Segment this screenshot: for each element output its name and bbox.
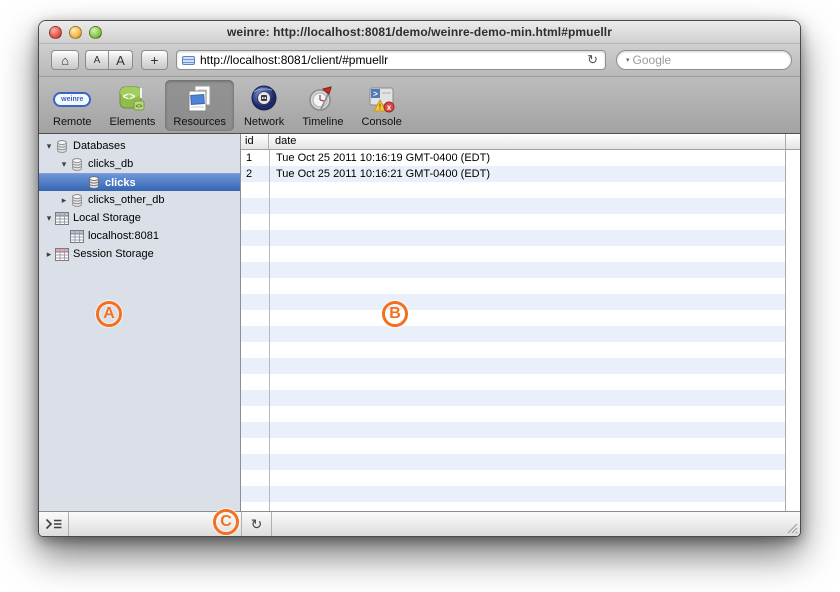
storage-grid-icon [70,230,84,243]
cell-id: 2 [241,166,269,182]
browser-toolbar: ⌂ A A + ↻ [39,44,800,77]
font-smaller-button[interactable]: A [85,50,109,70]
sidebar-item-clicks[interactable]: clicks [39,173,240,191]
home-icon: ⌂ [61,53,69,68]
plus-icon: + [150,52,158,68]
search-options-caret-icon[interactable]: ▾ [626,56,630,64]
home-button[interactable]: ⌂ [51,50,79,70]
tab-timeline[interactable]: Timeline [294,80,351,131]
tab-resources-label: Resources [173,116,226,128]
tab-resources[interactable]: Resources [165,80,234,131]
window-controls [49,26,102,39]
resize-grip-icon[interactable] [785,521,798,534]
cell-date: Tue Oct 25 2011 10:16:19 GMT-0400 (EDT) [269,150,785,166]
svg-text:!: ! [378,103,381,112]
new-tab-button[interactable]: + [141,50,168,70]
annotation-c: C [213,509,239,535]
tab-network[interactable]: Network [236,80,292,131]
disclosure-collapsed-icon[interactable]: ▸ [58,195,70,206]
sidebar-item-localhost-8081[interactable]: localhost:8081 [39,227,240,245]
elements-icon: <> <> [117,83,147,115]
font-smaller-label: A [94,55,101,66]
desktop: weinre: http://localhost:8081/demo/weinr… [0,0,840,592]
refresh-storage-button[interactable]: ↻ [242,512,272,536]
status-bar: ↻ [39,511,800,536]
database-table-icon [87,175,101,190]
zoom-button[interactable] [89,26,102,39]
disclosure-collapsed-icon[interactable]: ▸ [43,249,55,260]
inspector-toolbar: weinre Remote <> <> Elements [39,77,800,134]
timeline-icon [308,83,338,115]
column-divider[interactable] [269,150,270,511]
annotation-b: B [382,301,408,327]
tab-elements[interactable]: <> <> Elements [102,80,164,131]
database-icon [55,139,69,154]
reload-icon[interactable]: ↻ [585,52,600,68]
console-prompt-icon [45,518,63,530]
grid-header: id date [241,134,800,150]
close-button[interactable] [49,26,62,39]
vertical-scrollbar-track[interactable] [785,150,800,511]
search-input[interactable] [633,53,788,67]
sidebar-item-label: clicks_db [88,158,133,170]
search-field[interactable]: ▾ [616,50,792,70]
console-icon: > ! x [367,83,397,115]
column-header-date[interactable]: date [269,134,785,149]
address-bar[interactable]: ↻ [176,50,606,70]
sidebar-item-label: Local Storage [73,212,141,224]
refresh-icon: ↻ [251,516,263,533]
tab-timeline-label: Timeline [302,116,343,128]
svg-text:<>: <> [136,104,144,110]
tab-network-label: Network [244,116,284,128]
disclosure-expanded-icon[interactable]: ▾ [58,159,70,170]
page-favicon-icon [182,56,195,65]
sidebar-item-databases[interactable]: ▾ Databases [39,137,240,155]
weinre-badge-icon: weinre [53,83,91,115]
database-icon [70,157,84,172]
scrollbar-corner [785,134,800,149]
resources-sidebar: ▾ Databases ▾ clicks_db [39,134,241,511]
sidebar-item-local-storage[interactable]: ▾ Local Storage [39,209,240,227]
disclosure-expanded-icon[interactable]: ▾ [43,141,55,152]
sidebar-item-clicks-db[interactable]: ▾ clicks_db [39,155,240,173]
cell-id: 1 [241,150,269,166]
svg-text:>: > [373,90,378,99]
tab-console[interactable]: > ! x Console [353,80,409,131]
grid-rows-area: 1 Tue Oct 25 2011 10:16:19 GMT-0400 (EDT… [241,150,785,511]
network-icon [249,83,279,115]
tab-remote[interactable]: weinre Remote [45,80,100,131]
toggle-console-button[interactable] [39,512,69,536]
sidebar-item-session-storage[interactable]: ▸ Session Storage [39,245,240,263]
sidebar-item-clicks-other-db[interactable]: ▸ clicks_other_db [39,191,240,209]
table-row[interactable]: 1 Tue Oct 25 2011 10:16:19 GMT-0400 (EDT… [241,150,785,166]
title-bar[interactable]: weinre: http://localhost:8081/demo/weinr… [39,21,800,44]
tab-console-label: Console [361,116,401,128]
storage-grid-icon [55,212,69,225]
tab-remote-label: Remote [53,116,92,128]
sidebar-item-label: clicks_other_db [88,194,164,206]
svg-text:<>: <> [123,91,136,103]
content-area: ▾ Databases ▾ clicks_db [39,134,800,511]
window-title: weinre: http://localhost:8081/demo/weinr… [227,25,612,39]
sidebar-item-label: clicks [105,177,136,189]
disclosure-expanded-icon[interactable]: ▾ [43,213,55,224]
annotation-a: A [96,301,122,327]
weinre-browser-window: weinre: http://localhost:8081/demo/weinr… [38,20,801,537]
table-row[interactable]: 2 Tue Oct 25 2011 10:16:21 GMT-0400 (EDT… [241,166,785,182]
sidebar-item-label: Session Storage [73,248,154,260]
tab-elements-label: Elements [110,116,156,128]
database-grid: id date 1 Tue Oct 25 2011 10:16:19 GMT-0… [241,134,800,511]
database-icon [70,193,84,208]
cell-date: Tue Oct 25 2011 10:16:21 GMT-0400 (EDT) [269,166,785,182]
storage-grid-icon [55,248,69,261]
minimize-button[interactable] [69,26,82,39]
font-larger-label: A [116,53,125,68]
font-larger-button[interactable]: A [109,50,133,70]
sidebar-item-label: localhost:8081 [88,230,159,242]
column-header-id[interactable]: id [241,134,269,149]
sidebar-item-label: Databases [73,140,126,152]
resources-icon [185,83,215,115]
svg-text:x: x [386,103,391,112]
url-input[interactable] [200,53,585,67]
